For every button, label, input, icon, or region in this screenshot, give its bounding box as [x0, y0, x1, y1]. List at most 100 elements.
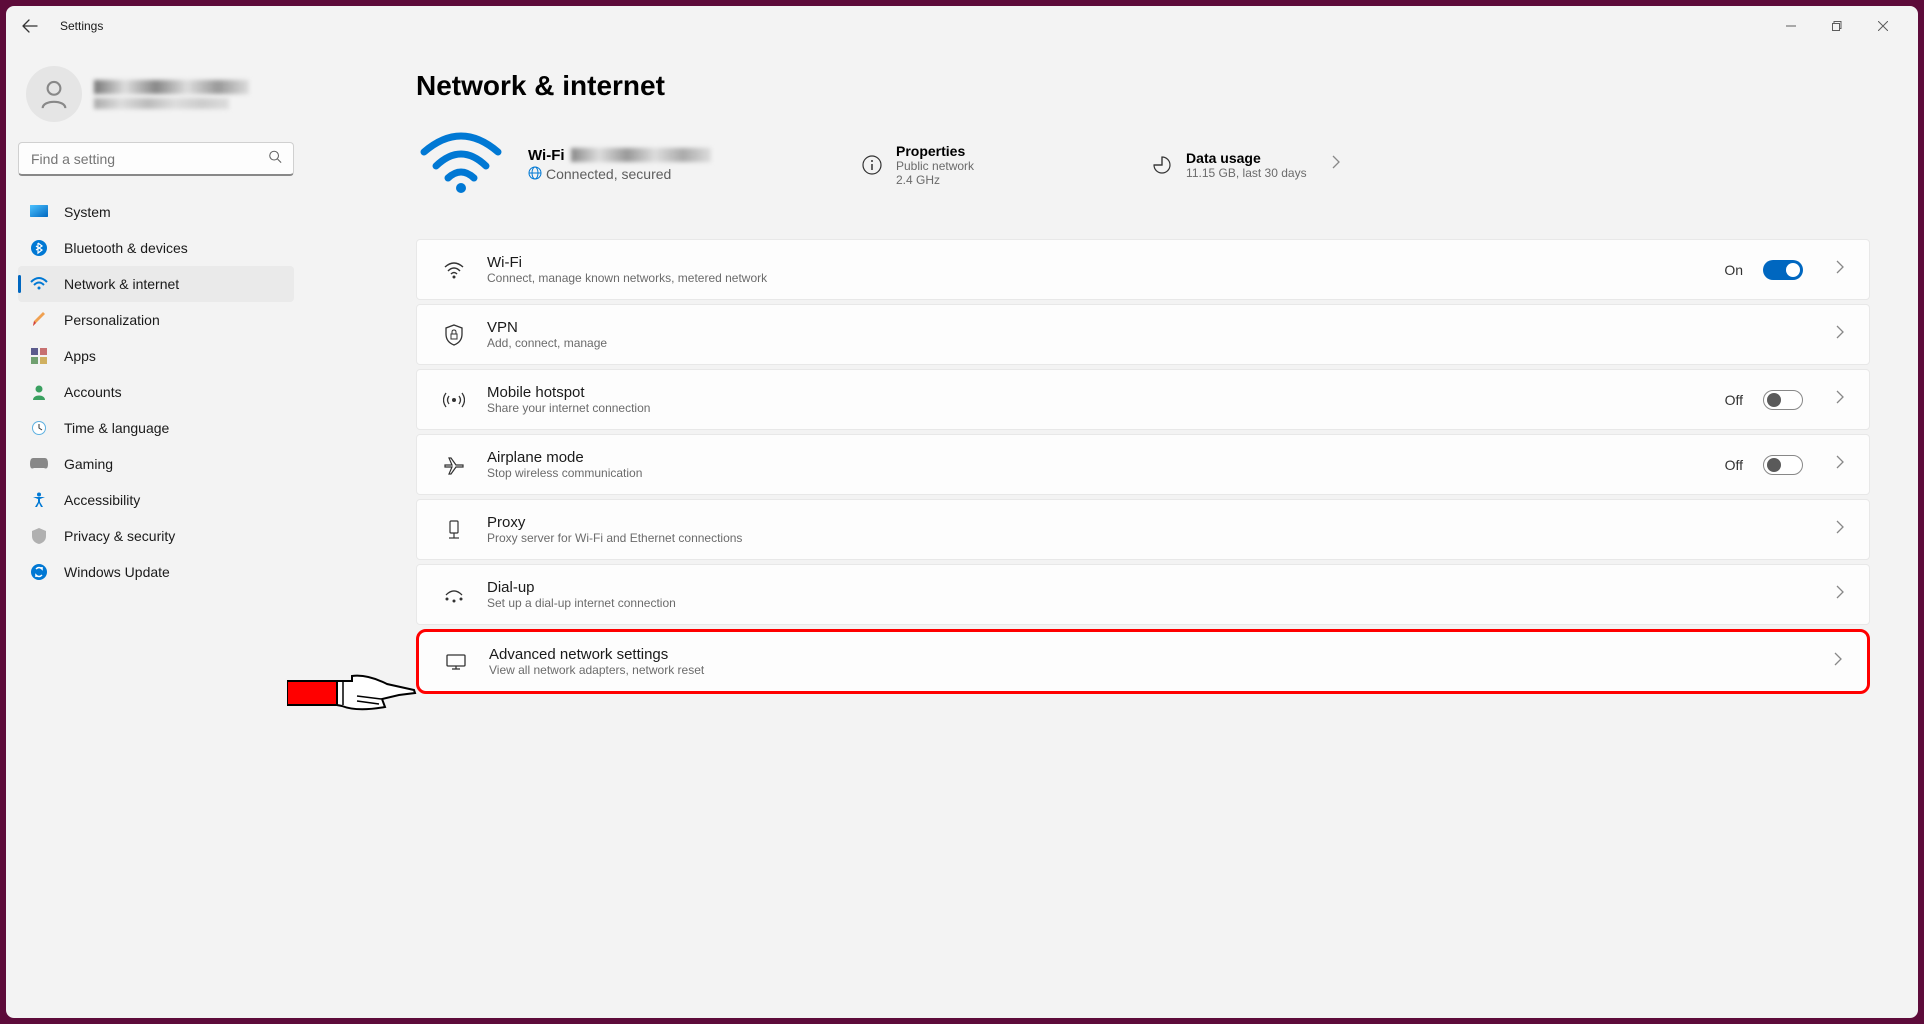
sidebar-item-bluetooth[interactable]: Bluetooth & devices	[18, 230, 294, 266]
sidebar-item-label: Network & internet	[64, 276, 179, 292]
chevron-right-icon	[1331, 155, 1341, 174]
gamepad-icon	[30, 455, 48, 473]
person-icon	[37, 77, 71, 111]
pointing-hand-annotation	[287, 668, 417, 723]
toggle-label: Off	[1725, 392, 1743, 408]
sidebar: System Bluetooth & devices Network & int…	[6, 46, 306, 1018]
toggle-label: Off	[1725, 457, 1743, 473]
sidebar-item-time[interactable]: Time & language	[18, 410, 294, 446]
proxy-icon	[441, 519, 467, 541]
settings-window: Settings	[6, 6, 1918, 1018]
chevron-right-icon	[1835, 325, 1845, 344]
airplane-icon	[441, 455, 467, 475]
sidebar-item-privacy[interactable]: Privacy & security	[18, 518, 294, 554]
sidebar-item-label: Gaming	[64, 456, 113, 472]
sidebar-item-accessibility[interactable]: Accessibility	[18, 482, 294, 518]
sidebar-item-system[interactable]: System	[18, 194, 294, 230]
chevron-right-icon	[1835, 260, 1845, 279]
hotspot-icon	[441, 390, 467, 410]
update-icon	[30, 563, 48, 581]
ssid-redacted	[571, 148, 711, 162]
setting-title: Airplane mode	[487, 449, 1705, 466]
main-content: Network & internet Wi-Fi Connected, secu…	[306, 46, 1918, 1018]
page-title: Network & internet	[416, 70, 1870, 102]
airplane-toggle[interactable]	[1763, 455, 1803, 475]
titlebar: Settings	[6, 6, 1918, 46]
sidebar-item-network[interactable]: Network & internet	[18, 266, 294, 302]
sidebar-item-label: Time & language	[64, 420, 169, 436]
data-usage-card[interactable]: Data usage 11.15 GB, last 30 days	[1150, 150, 1355, 180]
setting-title: Mobile hotspot	[487, 384, 1705, 401]
sidebar-item-personalization[interactable]: Personalization	[18, 302, 294, 338]
shield-icon	[30, 527, 48, 545]
sidebar-item-update[interactable]: Windows Update	[18, 554, 294, 590]
setting-advanced[interactable]: Advanced network settings View all netwo…	[416, 629, 1870, 694]
setting-title: Proxy	[487, 514, 1803, 531]
accounts-icon	[30, 383, 48, 401]
hotspot-toggle[interactable]	[1763, 390, 1803, 410]
system-icon	[30, 203, 48, 221]
brush-icon	[30, 311, 48, 329]
wifi-icon	[30, 275, 48, 293]
setting-desc: Share your internet connection	[487, 401, 1705, 415]
connection-status: Connected, secured	[546, 166, 671, 182]
apps-icon	[30, 347, 48, 365]
setting-title: Dial-up	[487, 579, 1803, 596]
setting-wifi[interactable]: Wi-Fi Connect, manage known networks, me…	[416, 239, 1870, 300]
setting-desc: View all network adapters, network reset	[489, 663, 1801, 677]
properties-card[interactable]: Properties Public network 2.4 GHz	[860, 143, 988, 187]
chevron-right-icon	[1835, 585, 1845, 604]
window-controls	[1768, 10, 1906, 42]
sidebar-item-label: System	[64, 204, 111, 220]
wifi-toggle[interactable]	[1763, 260, 1803, 280]
setting-title: Advanced network settings	[489, 646, 1801, 663]
back-arrow-icon	[22, 18, 38, 34]
nav-list: System Bluetooth & devices Network & int…	[18, 194, 294, 590]
properties-line2: 2.4 GHz	[896, 173, 974, 187]
close-button[interactable]	[1860, 10, 1906, 42]
data-usage-value: 11.15 GB, last 30 days	[1186, 166, 1307, 180]
dialup-icon	[441, 587, 467, 603]
setting-airplane[interactable]: Airplane mode Stop wireless communicatio…	[416, 434, 1870, 495]
chevron-right-icon	[1833, 652, 1843, 671]
sidebar-item-accounts[interactable]: Accounts	[18, 374, 294, 410]
shield-lock-icon	[441, 324, 467, 346]
setting-hotspot[interactable]: Mobile hotspot Share your internet conne…	[416, 369, 1870, 430]
setting-title: VPN	[487, 319, 1803, 336]
back-button[interactable]	[18, 14, 42, 38]
setting-desc: Set up a dial-up internet connection	[487, 596, 1803, 610]
sidebar-item-apps[interactable]: Apps	[18, 338, 294, 374]
setting-vpn[interactable]: VPN Add, connect, manage	[416, 304, 1870, 365]
toggle-label: On	[1724, 262, 1743, 278]
sidebar-item-label: Accessibility	[64, 492, 140, 508]
maximize-button[interactable]	[1814, 10, 1860, 42]
chart-icon	[1150, 153, 1174, 177]
search-input[interactable]	[18, 142, 294, 176]
setting-title: Wi-Fi	[487, 254, 1704, 271]
globe-icon	[528, 166, 542, 183]
setting-dialup[interactable]: Dial-up Set up a dial-up internet connec…	[416, 564, 1870, 625]
chevron-right-icon	[1835, 520, 1845, 539]
bluetooth-icon	[30, 239, 48, 257]
setting-proxy[interactable]: Proxy Proxy server for Wi-Fi and Etherne…	[416, 499, 1870, 560]
sidebar-item-label: Privacy & security	[64, 528, 175, 544]
chevron-right-icon	[1835, 455, 1845, 474]
wifi-name-label: Wi-Fi	[528, 147, 565, 164]
properties-line1: Public network	[896, 159, 974, 173]
wifi-large-icon	[416, 130, 506, 199]
sidebar-item-label: Apps	[64, 348, 96, 364]
setting-desc: Stop wireless communication	[487, 466, 1705, 480]
settings-list: Wi-Fi Connect, manage known networks, me…	[416, 239, 1870, 694]
minimize-button[interactable]	[1768, 10, 1814, 42]
sidebar-item-label: Personalization	[64, 312, 160, 328]
sidebar-item-label: Bluetooth & devices	[64, 240, 188, 256]
wifi-icon	[441, 261, 467, 279]
data-usage-title: Data usage	[1186, 150, 1307, 166]
clock-icon	[30, 419, 48, 437]
profile-email-redacted	[94, 98, 229, 109]
sidebar-item-label: Windows Update	[64, 564, 170, 580]
profile-name-redacted	[94, 80, 249, 94]
profile-section[interactable]	[18, 54, 294, 142]
info-icon	[860, 153, 884, 177]
sidebar-item-gaming[interactable]: Gaming	[18, 446, 294, 482]
